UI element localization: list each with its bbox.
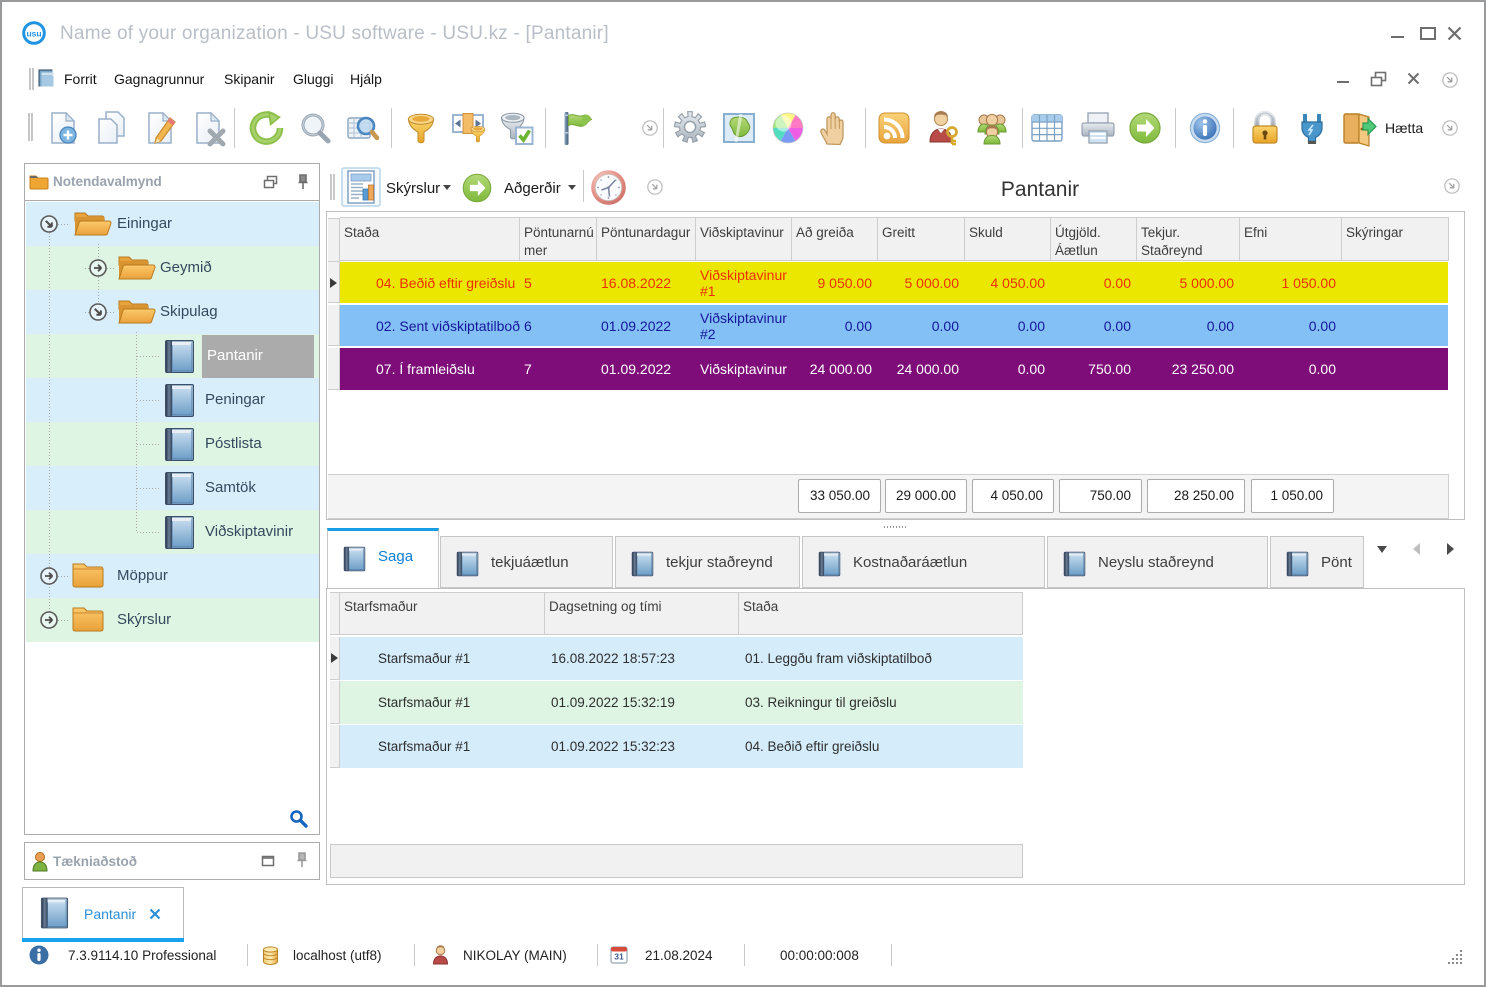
svg-text:usu: usu	[26, 29, 41, 39]
svg-text:31: 31	[614, 952, 624, 962]
